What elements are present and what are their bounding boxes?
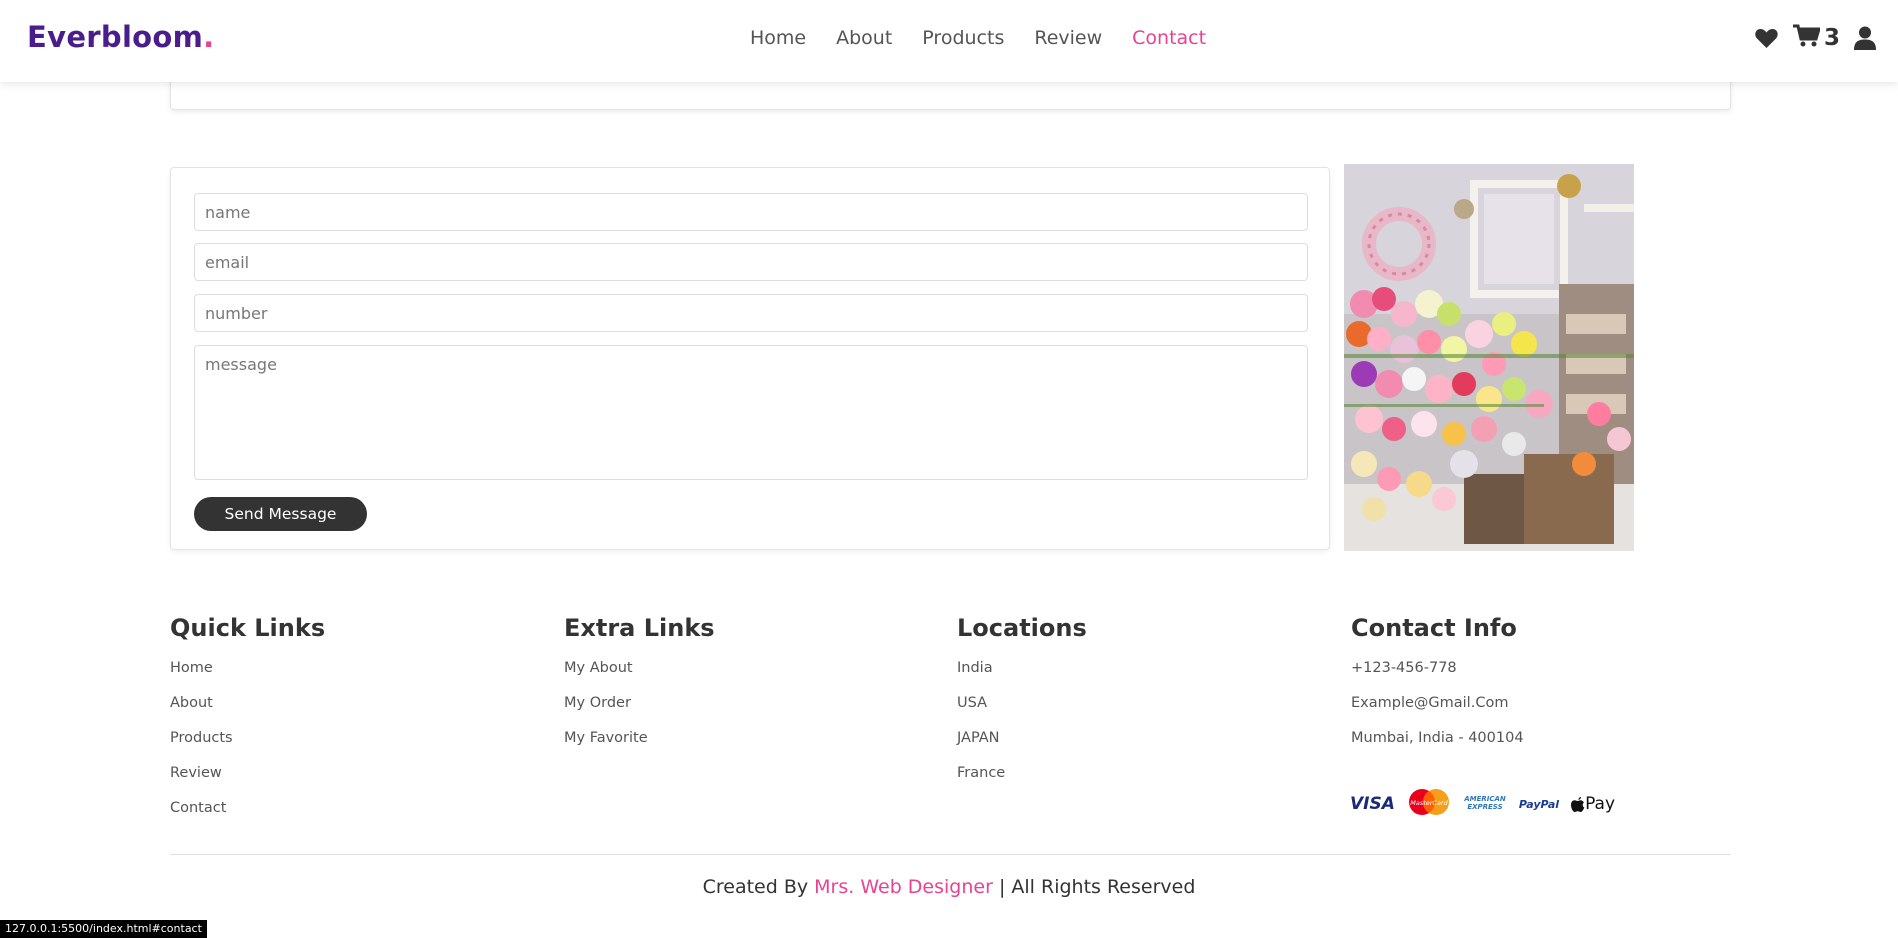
cart-count: 3 <box>1823 25 1840 51</box>
credit-brand-link[interactable]: Mrs. Web Designer <box>814 876 993 898</box>
message-textarea[interactable]: message <box>194 345 1308 480</box>
site-header: Everbloom. Home About Products Review Co… <box>0 0 1898 82</box>
apple-icon <box>1571 796 1585 812</box>
mastercard-text: MasterCard <box>1410 799 1448 807</box>
email-input[interactable]: email <box>194 243 1308 281</box>
contact-address[interactable]: Mumbai, India - 400104 <box>1351 730 1524 765</box>
visa-text: VISA <box>1350 794 1395 814</box>
apple-pay-text: Pay <box>1585 794 1616 814</box>
send-message-button[interactable]: Send Message <box>194 497 367 531</box>
main-nav: Home About Products Review Contact <box>750 27 1236 49</box>
location-japan[interactable]: JAPAN <box>957 730 1087 765</box>
nav-home[interactable]: Home <box>750 27 806 49</box>
browser-status-bar: 127.0.0.1:5500/index.html#contact <box>0 920 207 938</box>
quick-link-products[interactable]: Products <box>170 730 325 765</box>
message-placeholder: message <box>205 355 277 374</box>
footer-contact-info: Contact Info +123-456-778 Example@Gmail.… <box>1351 614 1524 765</box>
logo-dot: . <box>203 20 215 54</box>
svg-text:AMERICAN: AMERICAN <box>1463 795 1506 803</box>
nav-products[interactable]: Products <box>922 27 1004 49</box>
credit-suffix: | All Rights Reserved <box>998 876 1196 898</box>
quick-link-home[interactable]: Home <box>170 660 325 695</box>
extra-link-my-favorite[interactable]: My Favorite <box>564 730 715 765</box>
svg-text:EXPRESS: EXPRESS <box>1467 803 1502 811</box>
location-usa[interactable]: USA <box>957 695 1087 730</box>
logo-text: Everbloom <box>27 20 204 54</box>
footer-divider <box>170 854 1731 855</box>
credit-prefix: Created By <box>702 876 809 898</box>
logo[interactable]: Everbloom. <box>27 20 214 54</box>
contact-phone[interactable]: +123-456-778 <box>1351 660 1524 695</box>
extra-links-title: Extra Links <box>564 614 715 642</box>
location-india[interactable]: India <box>957 660 1087 695</box>
quick-links-title: Quick Links <box>170 614 326 642</box>
payment-methods: VISA MasterCard AMERICAN EXPRESS PayPal … <box>1350 788 1615 820</box>
flower-shop-image <box>1344 164 1634 551</box>
footer-locations: Locations India USA JAPAN France <box>957 614 1087 800</box>
footer-extra-links: Extra Links My About My Order My Favorit… <box>564 614 715 765</box>
apple-pay-logo: Pay <box>1571 794 1615 814</box>
amex-logo: AMERICAN EXPRESS <box>1462 792 1507 816</box>
nav-review[interactable]: Review <box>1034 27 1102 49</box>
number-placeholder: number <box>205 304 268 323</box>
nav-about[interactable]: About <box>836 27 892 49</box>
extra-link-my-order[interactable]: My Order <box>564 695 715 730</box>
email-placeholder: email <box>205 253 250 272</box>
cart-link[interactable]: 3 <box>1792 24 1840 52</box>
contact-info-title: Contact Info <box>1351 614 1517 642</box>
quick-link-contact[interactable]: Contact <box>170 800 325 835</box>
quick-link-review[interactable]: Review <box>170 765 325 800</box>
paypal-logo: PayPal <box>1519 798 1559 811</box>
footer-quick-links: Quick Links Home About Products Review C… <box>170 614 325 835</box>
footer-credit: Created By Mrs. Web Designer | All Right… <box>0 876 1898 898</box>
heart-icon[interactable] <box>1754 27 1779 49</box>
location-france[interactable]: France <box>957 765 1087 800</box>
extra-link-my-about[interactable]: My About <box>564 660 715 695</box>
mastercard-logo: MasterCard <box>1407 788 1451 820</box>
visa-logo: VISA <box>1350 794 1395 814</box>
name-placeholder: name <box>205 203 251 222</box>
name-input[interactable]: name <box>194 193 1308 231</box>
header-icons: 3 <box>1754 24 1876 52</box>
number-input[interactable]: number <box>194 294 1308 332</box>
cart-icon <box>1792 24 1822 52</box>
nav-contact[interactable]: Contact <box>1132 27 1206 49</box>
locations-title: Locations <box>957 614 1087 642</box>
contact-form: name email number message Send Message <box>170 167 1330 550</box>
user-icon[interactable] <box>1854 26 1876 50</box>
paypal-text: PayPal <box>1518 797 1560 811</box>
contact-email[interactable]: Example@Gmail.Com <box>1351 695 1524 730</box>
quick-link-about[interactable]: About <box>170 695 325 730</box>
